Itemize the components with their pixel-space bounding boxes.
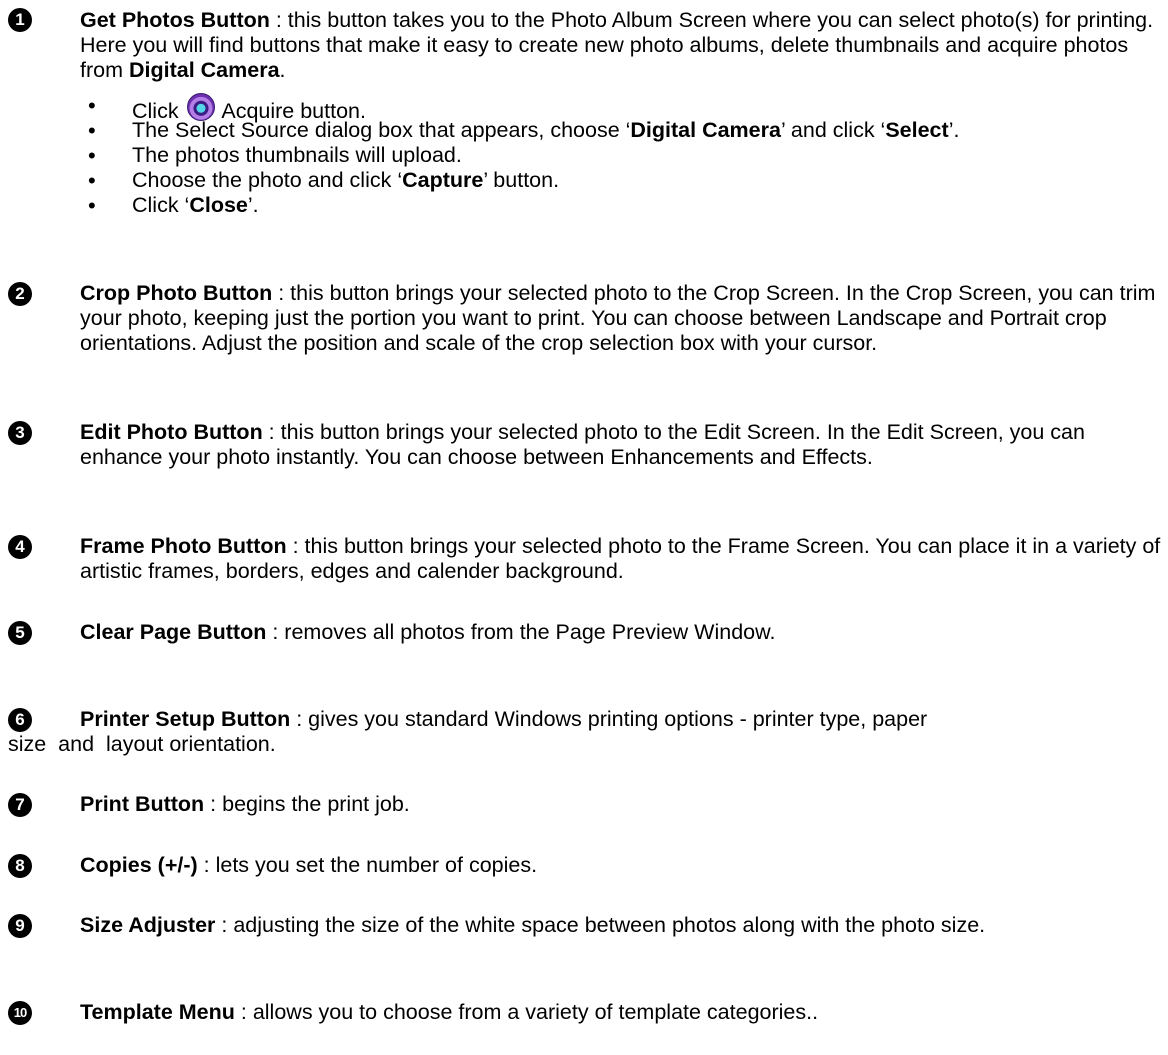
number-badge: 7 <box>8 793 32 817</box>
item-title: Edit Photo Button <box>80 420 263 444</box>
bullet-item: The photos thumbnails will upload. <box>4 143 1168 168</box>
item-text: Template Menu : allows you to choose fro… <box>80 1000 1168 1025</box>
bullet-text: ’. <box>948 118 960 142</box>
number-badge: 1 <box>8 8 32 32</box>
bullet-text: ’. <box>247 193 259 217</box>
item-text: Edit Photo Button : this button brings y… <box>80 420 1168 470</box>
item-desc: : gives you standard Windows printing op… <box>290 707 928 731</box>
item-desc: : allows you to choose from a variety of… <box>234 1000 819 1024</box>
number-badge: 6 <box>8 708 32 732</box>
bullet-text: Choose the photo and click ‘ <box>132 168 403 192</box>
acquire-icon <box>186 93 215 121</box>
item-text: Get Photos Button : this button takes yo… <box>80 8 1168 83</box>
item-text: Crop Photo Button : this button brings y… <box>80 281 1168 356</box>
bullet-text: The Select Source dialog box that appear… <box>132 118 631 142</box>
bullet-bold: Select <box>885 118 949 142</box>
item-desc-end: . <box>279 58 286 82</box>
bullet-list: Click Acquire button. The Select Source … <box>4 93 1168 218</box>
bullet-text: ’ button. <box>483 168 560 192</box>
bullet-item: The Select Source dialog box that appear… <box>4 118 1168 143</box>
bullet-bold: Capture <box>402 168 484 192</box>
item-title: Print Button <box>80 792 205 816</box>
bullet-text: The photos thumbnails will upload. <box>132 143 462 167</box>
item-desc: : lets you set the number of copies. <box>197 853 538 877</box>
bullet-bold: Digital Camera <box>630 118 781 142</box>
item-text: Size Adjuster : adjusting the size of th… <box>80 913 1168 938</box>
item-title: Template Menu <box>80 1000 235 1024</box>
item-title: Get Photos Button <box>80 8 270 32</box>
item-text-continued: size and layout orientation. <box>8 732 276 756</box>
item-title: Clear Page Button <box>80 620 267 644</box>
bullet-text: ’ and click ‘ <box>780 118 886 142</box>
item-desc: : removes all photos from the Page Previ… <box>266 620 776 644</box>
number-badge: 3 <box>8 421 32 445</box>
bullet-bold: Close <box>189 193 248 217</box>
item-title: Crop Photo Button <box>80 281 273 305</box>
number-badge: 4 <box>8 535 32 559</box>
bullet-text: Click ‘ <box>132 193 190 217</box>
item-text: Copies (+/-) : lets you set the number o… <box>80 853 1168 878</box>
item-text: Print Button : begins the print job. <box>80 792 1168 817</box>
number-badge: 2 <box>8 282 32 306</box>
item-desc: : begins the print job. <box>204 792 410 816</box>
item-text: Printer Setup Button : gives you standar… <box>80 707 1168 732</box>
item-title: Size Adjuster <box>80 913 216 937</box>
item-desc: : adjusting the size of the white space … <box>215 913 986 937</box>
bullet-item: Choose the photo and click ‘Capture’ but… <box>4 168 1168 193</box>
item-bold: Digital Camera <box>128 58 280 82</box>
number-badge: 8 <box>8 854 32 878</box>
bullet-item: Click ‘Close’. <box>4 193 1168 218</box>
number-badge: 5 <box>8 621 32 645</box>
item-text: Clear Page Button : removes all photos f… <box>80 620 1168 645</box>
item-title: Printer Setup Button <box>80 707 291 731</box>
item-title: Copies (+/-) <box>80 853 198 877</box>
item-text: Frame Photo Button : this button brings … <box>80 534 1168 584</box>
item-title: Frame Photo Button <box>80 534 287 558</box>
number-badge: 9 <box>8 914 32 938</box>
number-badge: 10 <box>8 1001 32 1025</box>
bullet-item: Click Acquire button. <box>4 93 1168 123</box>
